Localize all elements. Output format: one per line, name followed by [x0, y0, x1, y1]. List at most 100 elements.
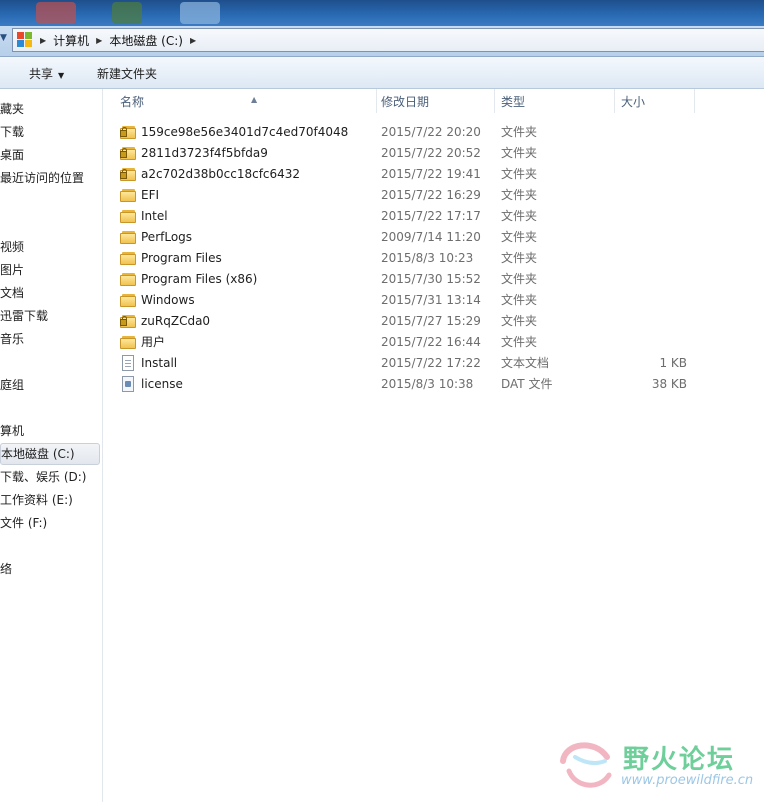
- file-row[interactable]: a2c702d38b0cc18cfc6432 2015/7/22 19:41 文件夹: [103, 164, 703, 185]
- file-modified-date: 2015/7/27 15:29: [381, 314, 481, 328]
- sidebar-item-downloads[interactable]: 下载: [0, 122, 24, 142]
- file-name: 用户: [141, 335, 166, 349]
- sidebar-item-videos[interactable]: 视频: [0, 237, 24, 257]
- file-name: a2c702d38b0cc18cfc6432: [141, 167, 301, 181]
- file-modified-date: 2015/7/30 15:52: [381, 272, 481, 286]
- file-row[interactable]: 用户 2015/7/22 16:44 文件夹: [103, 332, 703, 353]
- sidebar-item-homegroup[interactable]: 庭组: [0, 375, 24, 395]
- file-row[interactable]: Install 2015/7/22 17:22 文本文档 1 KB: [103, 353, 703, 374]
- breadcrumb-separator-icon[interactable]: ▶: [96, 36, 102, 45]
- new-folder-button[interactable]: 新建文件夹: [97, 65, 157, 82]
- chevron-down-icon: ▼: [58, 71, 65, 80]
- sidebar-item-music[interactable]: 音乐: [0, 329, 24, 349]
- file-name: zuRqZCda0: [141, 314, 211, 328]
- windows-logo-icon: [17, 32, 33, 48]
- file-size: 1 KB: [659, 356, 687, 370]
- file-name: EFI: [141, 188, 160, 202]
- column-header-date[interactable]: 修改日期: [375, 89, 495, 113]
- file-type: 文件夹: [501, 125, 538, 139]
- locked-folder-icon: [120, 146, 136, 160]
- sidebar-item-drive-f[interactable]: 文件 (F:): [0, 513, 47, 533]
- file-modified-date: 2015/8/3 10:38: [381, 377, 474, 391]
- file-name: Intel: [141, 209, 168, 223]
- folder-icon: [120, 251, 136, 265]
- file-type: 文件夹: [501, 251, 538, 265]
- file-row[interactable]: Windows 2015/7/31 13:14 文件夹: [103, 290, 703, 311]
- file-modified-date: 2015/7/22 19:41: [381, 167, 481, 181]
- file-modified-date: 2015/7/22 16:44: [381, 335, 481, 349]
- sidebar-item-pictures[interactable]: 图片: [0, 260, 24, 280]
- file-modified-date: 2015/7/22 20:52: [381, 146, 481, 160]
- file-name: Install: [141, 356, 178, 370]
- file-type: 文件夹: [501, 188, 538, 202]
- file-modified-date: 2015/7/22 17:17: [381, 209, 481, 223]
- file-modified-date: 2015/7/22 17:22: [381, 356, 481, 370]
- file-type: 文件夹: [501, 272, 538, 286]
- watermark: 野火论坛 www.proewildfire.cn: [555, 735, 755, 795]
- file-row[interactable]: EFI 2015/7/22 16:29 文件夹: [103, 185, 703, 206]
- file-name: Program Files: [141, 251, 222, 265]
- taskbar-icon-browser: [36, 2, 76, 24]
- file-type: 文件夹: [501, 335, 538, 349]
- file-modified-date: 2015/7/31 13:14: [381, 293, 481, 307]
- navigation-pane: 藏夹 下载 桌面 最近访问的位置 视频 图片 文档 迅雷下载 音乐 庭组 算机 …: [0, 89, 103, 802]
- file-type: 文件夹: [501, 209, 538, 223]
- file-type: DAT 文件: [501, 377, 553, 391]
- file-modified-date: 2015/7/22 20:20: [381, 125, 481, 139]
- file-size: 38 KB: [651, 377, 687, 391]
- breadcrumb-local-disk-c[interactable]: 本地磁盘 (C:): [109, 32, 183, 49]
- file-row[interactable]: license 2015/8/3 10:38 DAT 文件 38 KB: [103, 374, 703, 395]
- sidebar-item-documents[interactable]: 文档: [0, 283, 24, 303]
- file-row[interactable]: 2811d3723f4f5bfda9 2015/7/22 20:52 文件夹: [103, 143, 703, 164]
- sidebar-item-thunder-downloads[interactable]: 迅雷下载: [0, 306, 48, 326]
- file-row[interactable]: PerfLogs 2009/7/14 11:20 文件夹: [103, 227, 703, 248]
- file-row[interactable]: zuRqZCda0 2015/7/27 15:29 文件夹: [103, 311, 703, 332]
- file-name: 2811d3723f4f5bfda9: [141, 146, 268, 160]
- file-name: Program Files (x86): [141, 272, 258, 286]
- file-name: PerfLogs: [141, 230, 193, 244]
- locked-folder-icon: [120, 125, 136, 139]
- watermark-url: www.proewildfire.cn: [621, 773, 754, 788]
- recent-pages-dropdown-icon[interactable]: ▼: [0, 33, 10, 43]
- folder-icon: [120, 230, 136, 244]
- file-type: 文件夹: [501, 167, 538, 181]
- locked-folder-icon: [120, 167, 136, 181]
- locked-folder-icon: [120, 314, 136, 328]
- sidebar-item-local-disk-c[interactable]: 本地磁盘 (C:): [0, 443, 100, 465]
- column-header-name-label: 名称: [120, 95, 145, 109]
- sidebar-item-desktop[interactable]: 桌面: [0, 145, 24, 165]
- share-button[interactable]: 共享 ▼: [29, 65, 64, 82]
- file-name: 159ce98e56e3401d7c4ed70f4048: [141, 125, 349, 139]
- file-type: 文件夹: [501, 314, 538, 328]
- file-type: 文件夹: [501, 230, 538, 244]
- file-row[interactable]: Intel 2015/7/22 17:17 文件夹: [103, 206, 703, 227]
- sidebar-item-drive-e[interactable]: 工作资料 (E:): [0, 490, 73, 510]
- file-type: 文件夹: [501, 293, 538, 307]
- sidebar-item-recent-places[interactable]: 最近访问的位置: [0, 168, 84, 188]
- folder-icon: [120, 272, 136, 286]
- taskbar-icon-app: [112, 2, 142, 24]
- file-row[interactable]: Program Files (x86) 2015/7/30 15:52 文件夹: [103, 269, 703, 290]
- file-name: license: [141, 377, 183, 391]
- sidebar-item-network[interactable]: 络: [0, 559, 12, 579]
- folder-icon: [120, 188, 136, 202]
- sidebar-item-favorites[interactable]: 藏夹: [0, 99, 24, 119]
- breadcrumb-separator-icon[interactable]: ▶: [40, 36, 46, 45]
- column-header-size[interactable]: 大小: [615, 89, 695, 113]
- address-bar[interactable]: ▶ 计算机 ▶ 本地磁盘 (C:) ▶: [12, 28, 764, 52]
- folder-icon: [120, 293, 136, 307]
- watermark-logo-icon: [560, 742, 612, 788]
- file-row[interactable]: Program Files 2015/8/3 10:23 文件夹: [103, 248, 703, 269]
- file-list-pane: ▲ 名称 修改日期 类型 大小 159ce98e56e3401d7c4ed70f…: [103, 89, 764, 802]
- text-document-icon: [120, 355, 136, 371]
- file-modified-date: 2015/8/3 10:23: [381, 251, 474, 265]
- sidebar-item-drive-d[interactable]: 下载、娱乐 (D:): [0, 467, 86, 487]
- watermark-title: 野火论坛: [623, 745, 736, 775]
- sidebar-item-computer[interactable]: 算机: [0, 421, 24, 441]
- column-header-name[interactable]: ▲ 名称: [114, 89, 377, 113]
- file-row[interactable]: 159ce98e56e3401d7c4ed70f4048 2015/7/22 20…: [103, 122, 703, 143]
- breadcrumb-separator-icon[interactable]: ▶: [190, 36, 196, 45]
- command-bar: 共享 ▼ 新建文件夹: [0, 57, 764, 89]
- column-header-type[interactable]: 类型: [495, 89, 615, 113]
- breadcrumb-computer[interactable]: 计算机: [53, 32, 89, 49]
